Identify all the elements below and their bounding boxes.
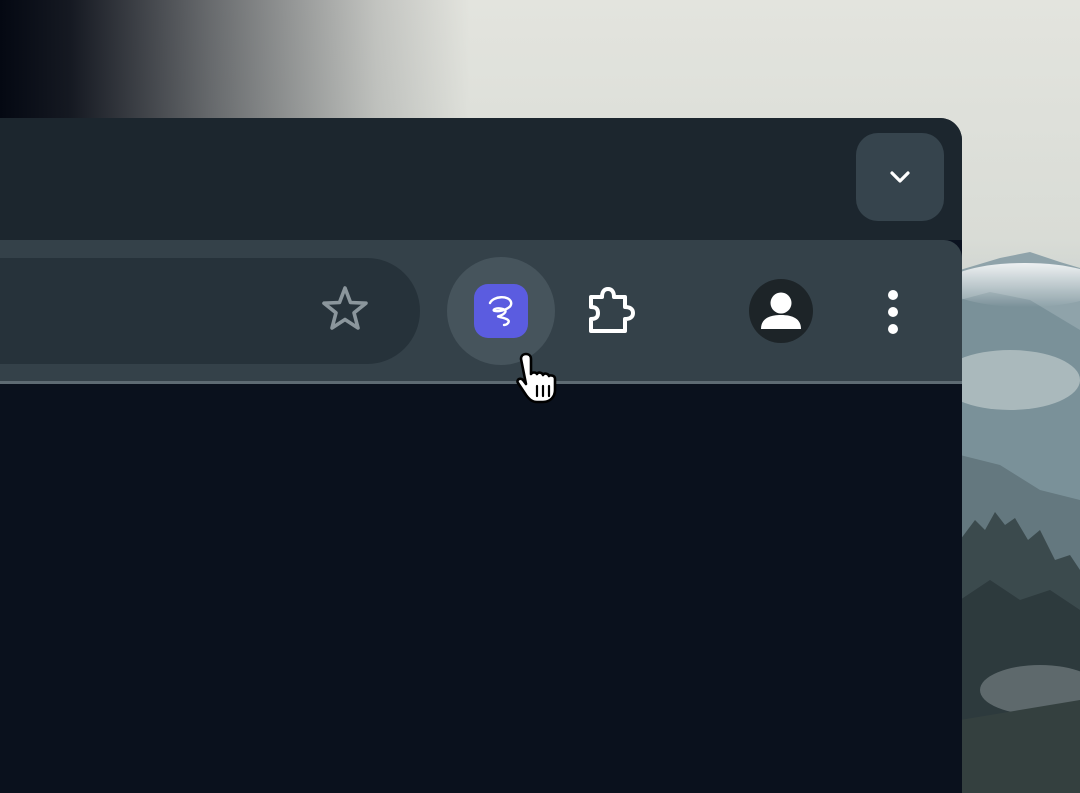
kebab-menu-icon-dot <box>888 307 898 317</box>
puzzle-piece-icon <box>589 287 635 333</box>
kebab-menu-icon <box>888 290 898 300</box>
bookmark-button[interactable] <box>300 264 390 354</box>
tab-search-button[interactable] <box>856 133 944 221</box>
browser-menu-button[interactable] <box>862 270 924 354</box>
scribble-glyph <box>488 296 513 327</box>
tab-strip <box>0 118 962 240</box>
browser-toolbar <box>0 240 962 384</box>
extension-button[interactable] <box>447 257 555 365</box>
browser-window <box>0 118 962 793</box>
chevron-down-icon <box>890 171 910 183</box>
kebab-menu-icon-dot <box>888 324 898 334</box>
extensions-menu-button[interactable] <box>566 264 660 358</box>
desktop <box>0 0 1080 793</box>
star-icon <box>322 286 368 330</box>
page-content <box>0 384 962 793</box>
scribble-extension-icon <box>474 284 528 338</box>
window-title <box>0 118 1 119</box>
person-icon <box>761 292 801 329</box>
profile-button[interactable] <box>749 279 813 343</box>
